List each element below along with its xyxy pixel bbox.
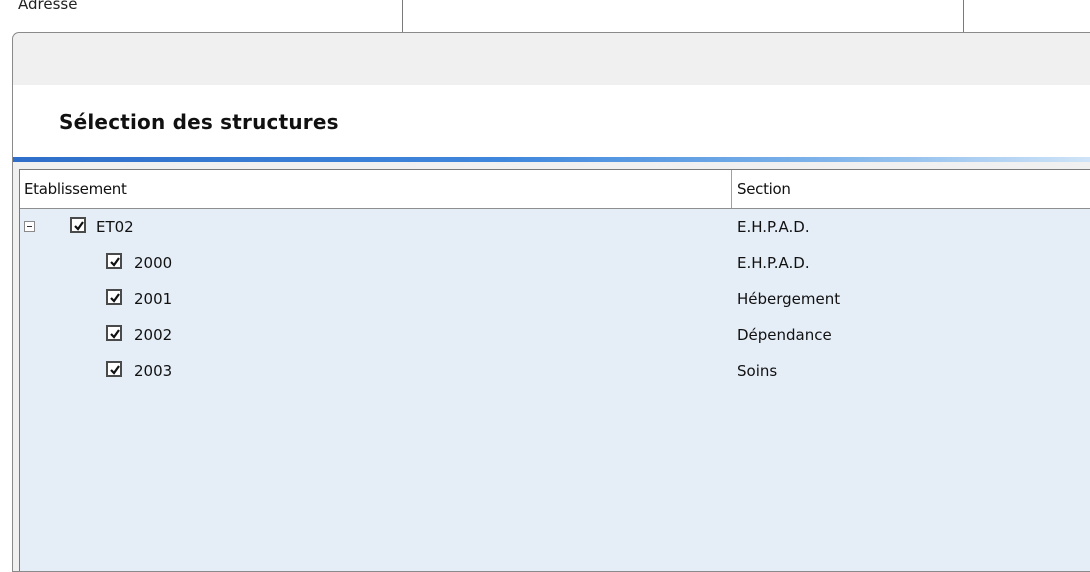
- dialog-header: Sélection des structures: [13, 85, 1090, 157]
- tree-row-2000[interactable]: 2000 E.H.P.A.D.: [20, 245, 1090, 281]
- checkbox-2003[interactable]: [106, 361, 122, 377]
- column-header-etablissement[interactable]: Etablissement: [24, 170, 127, 208]
- background-window-header: Adresse: [0, 0, 1090, 36]
- checkbox-2000[interactable]: [106, 253, 122, 269]
- row-name: 2001: [134, 290, 173, 308]
- row-name: ET02: [96, 218, 134, 236]
- row-section: E.H.P.A.D.: [737, 254, 810, 272]
- dialog-heading: Sélection des structures: [59, 110, 339, 134]
- dialog-title-bar: [13, 33, 1090, 85]
- checkbox-2001[interactable]: [106, 289, 122, 305]
- row-name: 2000: [134, 254, 173, 272]
- checkbox-2002[interactable]: [106, 325, 122, 341]
- checkmark-icon: [110, 293, 120, 303]
- background-column-header-adresse: Adresse: [18, 0, 78, 13]
- tree-row-2001[interactable]: 2001 Hébergement: [20, 281, 1090, 317]
- structure-selection-dialog: Sélection des structures Etablissement S…: [12, 32, 1090, 572]
- tree-row-et02[interactable]: ET02 E.H.P.A.D.: [20, 209, 1090, 245]
- row-name: 2003: [134, 362, 173, 380]
- structures-tree-list[interactable]: Etablissement Section ET02 E.H.P.A.D. 20…: [19, 169, 1090, 571]
- row-name: 2002: [134, 326, 173, 344]
- checkmark-icon: [110, 257, 120, 267]
- checkmark-icon: [110, 365, 120, 375]
- row-section: Soins: [737, 362, 778, 380]
- row-section: Hébergement: [737, 290, 841, 308]
- background-column-separator: [963, 0, 964, 34]
- tree-column-header: Etablissement Section: [20, 170, 1090, 209]
- background-column-separator: [402, 0, 403, 34]
- tree-row-2003[interactable]: 2003 Soins: [20, 353, 1090, 389]
- collapse-toggle-icon[interactable]: [24, 221, 35, 232]
- checkbox-et02[interactable]: [70, 217, 86, 233]
- tree-row-2002[interactable]: 2002 Dépendance: [20, 317, 1090, 353]
- column-header-separator[interactable]: [731, 170, 732, 208]
- checkmark-icon: [74, 221, 84, 231]
- row-section: E.H.P.A.D.: [737, 218, 810, 236]
- checkmark-icon: [110, 329, 120, 339]
- row-section: Dépendance: [737, 326, 832, 344]
- header-divider: [13, 162, 1090, 169]
- column-header-section[interactable]: Section: [737, 170, 791, 208]
